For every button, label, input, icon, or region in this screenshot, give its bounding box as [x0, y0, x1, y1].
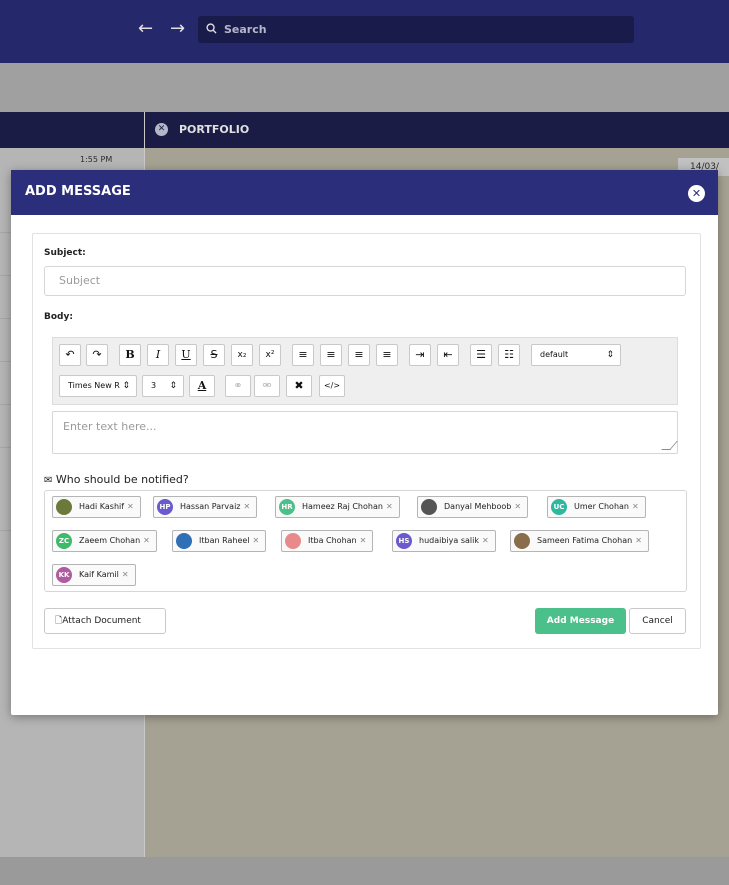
remove-icon[interactable]: ✕: [143, 536, 150, 545]
italic-icon[interactable]: I: [147, 344, 169, 366]
recipient-tag[interactable]: HS hudaibiya salik ✕: [392, 530, 496, 552]
remove-icon[interactable]: ✕: [514, 502, 521, 511]
attach-label: Attach Document: [62, 616, 141, 626]
add-message-button[interactable]: Add Message: [535, 608, 626, 634]
recipient-name: Sameen Fatima Chohan: [537, 536, 633, 545]
attach-document-button[interactable]: 🗋Attach Document: [44, 608, 166, 634]
recipient-tag[interactable]: KK Kaif Kamil ✕: [52, 564, 136, 586]
recipient-name: Umer Chohan: [574, 502, 629, 511]
remove-icon[interactable]: ✕: [635, 536, 642, 545]
caret-icon: ⇕: [122, 381, 130, 391]
recipient-tag[interactable]: HR Hameez Raj Chohan ✕: [275, 496, 400, 518]
recipients-box[interactable]: Hadi Kashif ✕ HP Hassan Parvaiz ✕ HR Hameez …: [44, 490, 687, 592]
avatar: HP: [157, 499, 173, 515]
subscript-icon[interactable]: x₂: [231, 344, 253, 366]
remove-icon[interactable]: ✕: [632, 502, 639, 511]
add-message-modal: ADD MESSAGE ✕ Subject: Subject Body: ↶ ↷…: [11, 170, 718, 715]
strikethrough-icon[interactable]: S: [203, 344, 225, 366]
modal-title: ADD MESSAGE: [25, 184, 131, 199]
subject-input[interactable]: Subject: [44, 266, 686, 296]
avatar: ZC: [56, 533, 72, 549]
unlink-icon[interactable]: ⚮: [254, 375, 280, 397]
editor-placeholder: Enter text here...: [63, 420, 157, 433]
code-view-icon[interactable]: </>: [319, 375, 345, 397]
subject-label: Subject:: [44, 248, 86, 258]
modal-header: ADD MESSAGE ✕: [11, 170, 718, 215]
recipient-tag[interactable]: Sameen Fatima Chohan ✕: [510, 530, 649, 552]
recipient-tag[interactable]: Itban Raheel ✕: [172, 530, 267, 552]
font-select[interactable]: Times New R ⇕: [59, 375, 137, 397]
remove-icon[interactable]: ✕: [127, 502, 134, 511]
recipient-tag[interactable]: Hadi Kashif ✕: [52, 496, 141, 518]
avatar: [56, 499, 72, 515]
body-label: Body:: [44, 312, 73, 322]
cancel-button[interactable]: Cancel: [629, 608, 686, 634]
avatar: HR: [279, 499, 295, 515]
underline-icon[interactable]: U: [175, 344, 197, 366]
undo-icon[interactable]: ↶: [59, 344, 81, 366]
remove-format-icon[interactable]: ✖: [286, 375, 312, 397]
size-select[interactable]: 3 ⇕: [142, 375, 184, 397]
recipient-tag[interactable]: UC Umer Chohan ✕: [547, 496, 646, 518]
avatar: KK: [56, 567, 72, 583]
recipient-name: Zaeem Chohan: [79, 536, 141, 545]
recipient-tag[interactable]: ZC Zaeem Chohan ✕: [52, 530, 157, 552]
recipient-name: Hadi Kashif: [79, 502, 125, 511]
format-select-value: default: [540, 350, 569, 359]
remove-icon[interactable]: ✕: [360, 536, 367, 545]
recipient-tag[interactable]: Itba Chohan ✕: [281, 530, 374, 552]
message-form: Subject: Subject Body: ↶ ↷ B I U S x₂ x²…: [32, 233, 701, 649]
format-select[interactable]: default ⇕: [531, 344, 621, 366]
font-select-value: Times New R: [68, 381, 120, 390]
indent-icon[interactable]: ⇥: [409, 344, 431, 366]
remove-icon[interactable]: ✕: [253, 536, 260, 545]
recipient-name: Kaif Kamil: [79, 570, 119, 579]
remove-icon[interactable]: ✕: [482, 536, 489, 545]
recipient-tag[interactable]: HP Hassan Parvaiz ✕: [153, 496, 258, 518]
envelope-icon: ✉: [44, 475, 53, 486]
size-select-value: 3: [151, 381, 157, 390]
avatar: HS: [396, 533, 412, 549]
redo-icon[interactable]: ↷: [86, 344, 108, 366]
recipient-name: Itba Chohan: [308, 536, 357, 545]
align-right-icon[interactable]: ≡: [348, 344, 370, 366]
recipient-name: Hassan Parvaiz: [180, 502, 241, 511]
avatar: [421, 499, 437, 515]
recipient-name: Itban Raheel: [199, 536, 250, 545]
text-color-icon[interactable]: A: [189, 375, 215, 397]
recipient-name: hudaibiya salik: [419, 536, 479, 545]
notify-label: ✉ Who should be notified?: [44, 473, 189, 486]
resize-handle-icon[interactable]: [661, 441, 678, 450]
close-icon[interactable]: ✕: [688, 185, 705, 202]
avatar: [285, 533, 301, 549]
recipient-name: Danyal Mehboob: [444, 502, 512, 511]
align-justify-icon[interactable]: ≡: [376, 344, 398, 366]
editor-toolbar: ↶ ↷ B I U S x₂ x² ≡ ≡ ≡ ≡ ⇥ ⇤ ☰ ☷ defaul…: [52, 337, 678, 405]
remove-icon[interactable]: ✕: [243, 502, 250, 511]
recipient-tag[interactable]: Danyal Mehboob ✕: [417, 496, 529, 518]
remove-icon[interactable]: ✕: [122, 570, 129, 579]
bold-icon[interactable]: B: [119, 344, 141, 366]
avatar: UC: [551, 499, 567, 515]
outdent-icon[interactable]: ⇤: [437, 344, 459, 366]
remove-icon[interactable]: ✕: [386, 502, 393, 511]
bullet-list-icon[interactable]: ☰: [470, 344, 492, 366]
caret-icon: ⇕: [169, 381, 177, 391]
notify-text: Who should be notified?: [55, 473, 189, 486]
message-editor[interactable]: Enter text here...: [52, 411, 678, 454]
align-left-icon[interactable]: ≡: [292, 344, 314, 366]
numbered-list-icon[interactable]: ☷: [498, 344, 520, 366]
caret-icon: ⇕: [606, 350, 614, 360]
align-center-icon[interactable]: ≡: [320, 344, 342, 366]
link-icon[interactable]: ⚭: [225, 375, 251, 397]
superscript-icon[interactable]: x²: [259, 344, 281, 366]
avatar: [514, 533, 530, 549]
avatar: [176, 533, 192, 549]
recipient-name: Hameez Raj Chohan: [302, 502, 383, 511]
